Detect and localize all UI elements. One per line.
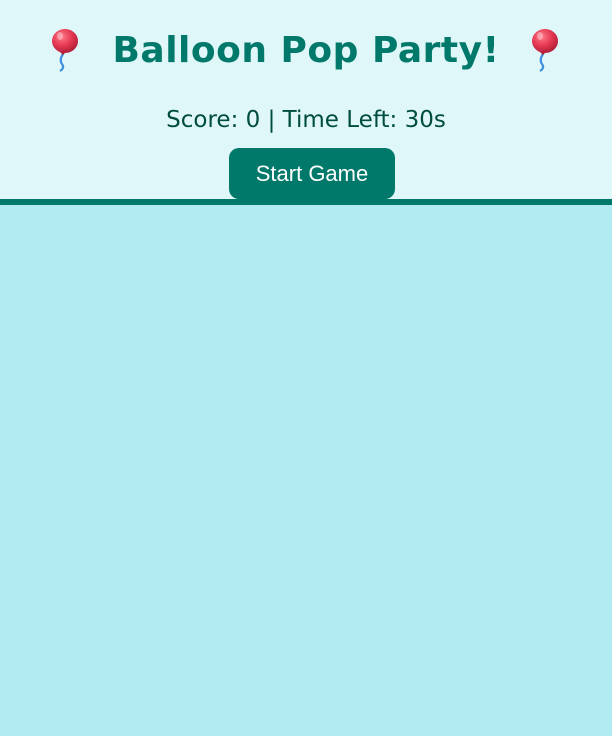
game-header: Balloon Pop Party! Score: 0 | Time Left:… <box>0 0 612 199</box>
balloon-icon <box>531 29 558 72</box>
start-game-button[interactable]: Start Game <box>229 148 395 199</box>
page-title: Balloon Pop Party! <box>0 22 612 78</box>
status-separator: | <box>267 107 276 133</box>
score-value: 0 <box>245 107 261 133</box>
balloon-icon <box>52 29 79 72</box>
time-left-value: 30s <box>404 107 446 133</box>
title-text: Balloon Pop Party! <box>112 29 500 71</box>
game-play-area[interactable] <box>0 205 612 736</box>
score-label: Score: <box>166 107 239 133</box>
time-label: Time Left: <box>282 107 398 133</box>
score-status: Score: 0 | Time Left: 30s <box>0 104 612 136</box>
